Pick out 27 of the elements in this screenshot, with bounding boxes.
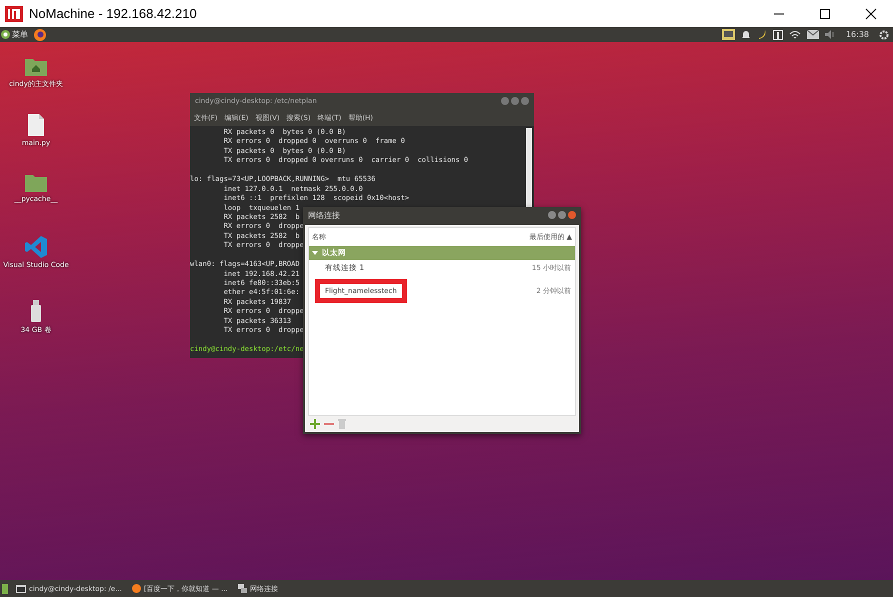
- close-icon[interactable]: [865, 8, 877, 20]
- volume-icon[interactable]: [824, 30, 836, 39]
- menu-icon: [1, 30, 10, 39]
- app-logo-icon: [5, 6, 23, 22]
- wifi-icon[interactable]: [788, 30, 801, 40]
- browser-icon: [132, 584, 141, 593]
- terminal-icon: [16, 584, 26, 592]
- menu-button[interactable]: 菜单: [0, 29, 28, 40]
- network-icon: [238, 584, 247, 593]
- window-icon[interactable]: [772, 30, 783, 40]
- clock: 16:38: [844, 30, 870, 39]
- mail-icon[interactable]: [806, 30, 819, 39]
- show-desktop-icon[interactable]: [2, 584, 8, 594]
- usb-drive-icon[interactable]: [31, 300, 41, 322]
- dialog-title: 网络连接: [308, 210, 340, 220]
- expanded-arrow-icon[interactable]: [312, 250, 318, 256]
- code-editor-icon[interactable]: [25, 236, 47, 258]
- add-icon[interactable]: [310, 419, 320, 429]
- browser-icon[interactable]: [34, 28, 46, 40]
- screen-icon[interactable]: [722, 29, 735, 40]
- window-title: NoMachine - 192.168.42.210: [29, 6, 197, 21]
- bell-icon[interactable]: [740, 29, 751, 40]
- settings-icon[interactable]: [879, 30, 889, 40]
- folder-icon[interactable]: [25, 172, 47, 192]
- file-icon[interactable]: [28, 114, 44, 136]
- maximize-icon[interactable]: [819, 8, 831, 20]
- home-folder-icon[interactable]: [25, 56, 47, 76]
